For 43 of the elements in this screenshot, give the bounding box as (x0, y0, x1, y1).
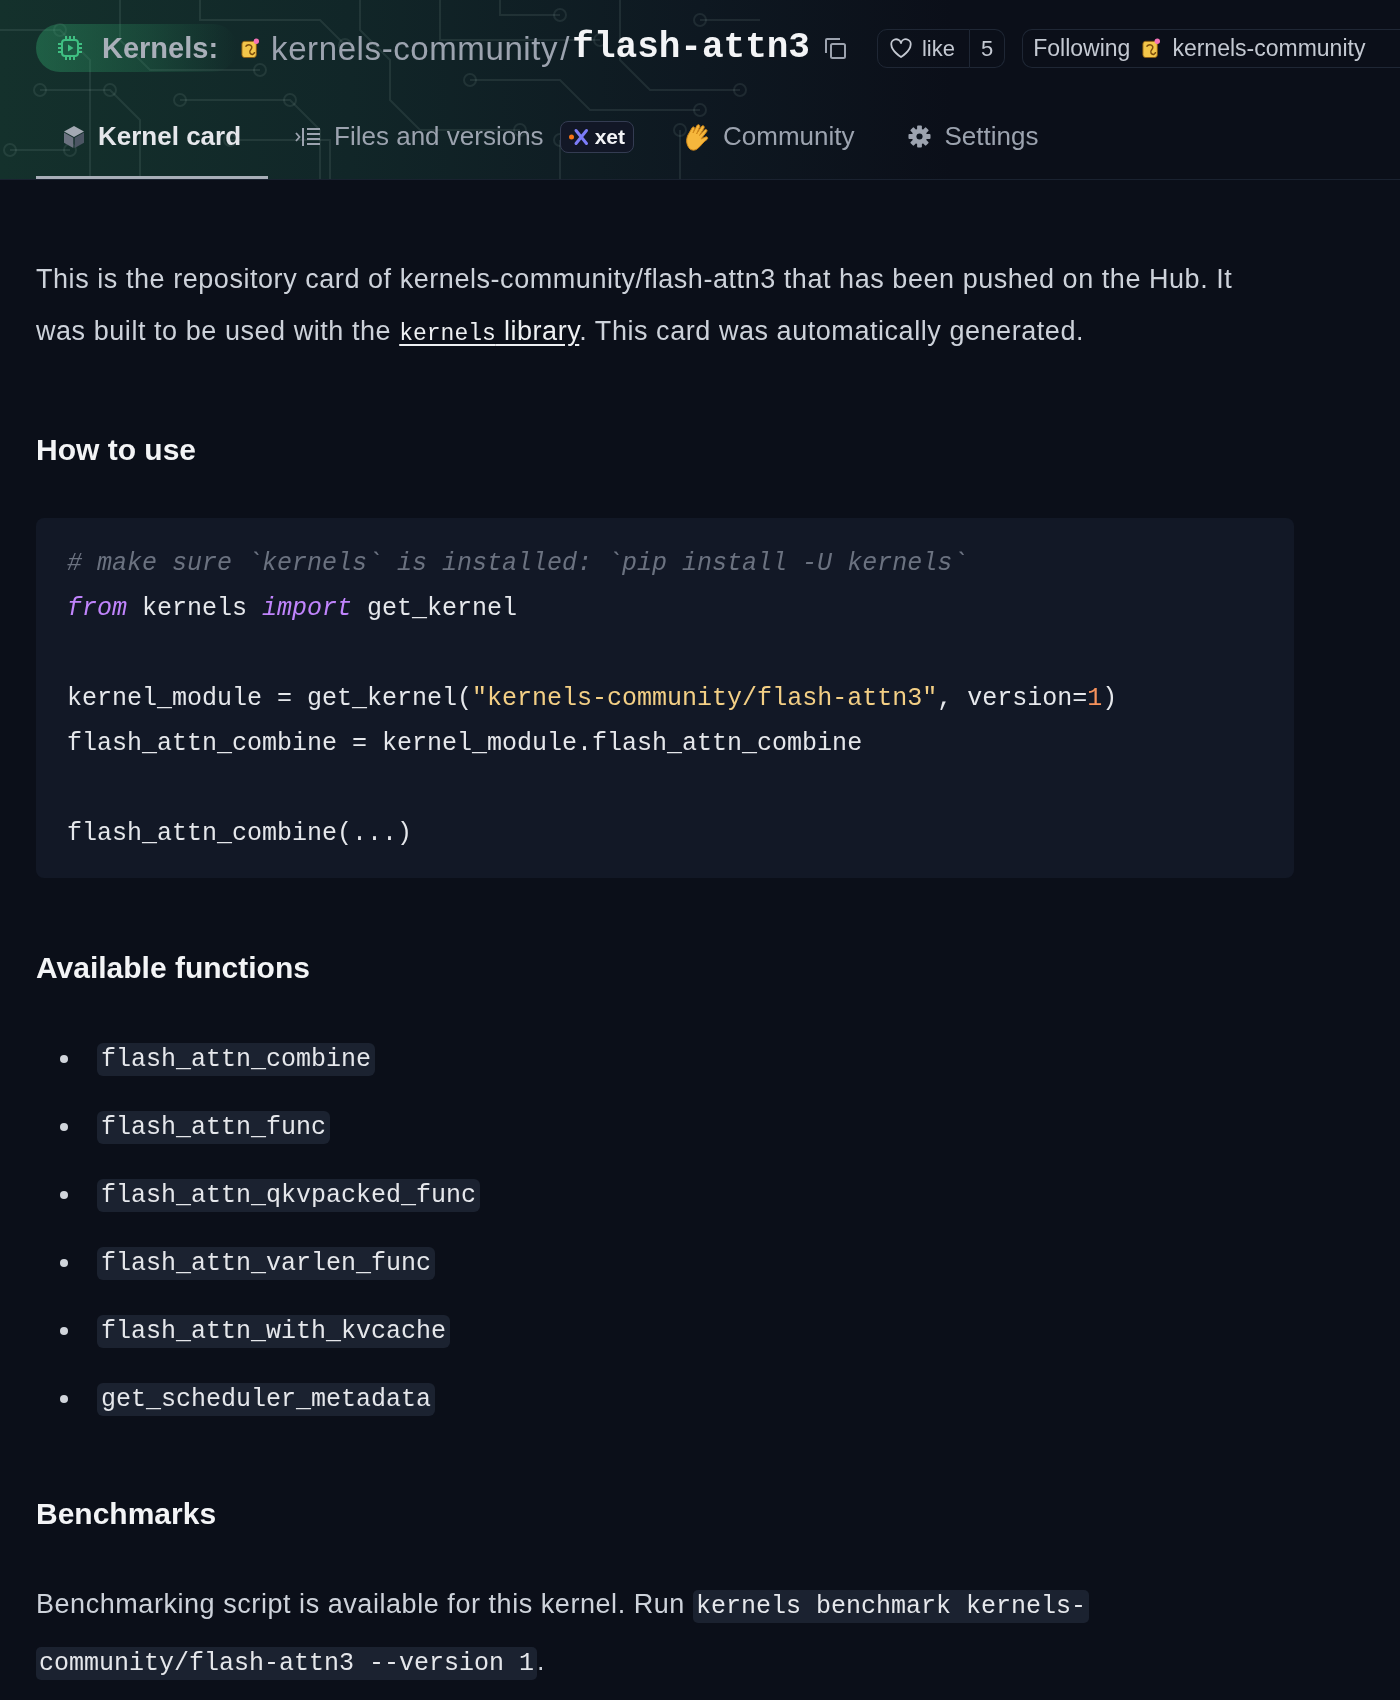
tab[interactable]: Community (657, 94, 882, 179)
heart-icon (889, 38, 912, 58)
bullet-icon (60, 1327, 68, 1335)
section-heading: Benchmarks (36, 1496, 218, 1532)
code-line: from kernels import get_kernel (67, 593, 519, 625)
file-list-icon (295, 125, 322, 148)
tab[interactable]: Files and versions (268, 94, 544, 179)
x-mark-icon (568, 127, 589, 146)
follow-button[interactable]: Following kernels-community (1022, 28, 1400, 68)
bullet-icon (60, 1191, 68, 1199)
avatar-icon (241, 37, 260, 59)
avatar-icon (1142, 37, 1161, 59)
code-line: flash_attn_combine(...) (67, 818, 414, 850)
tab[interactable]: Kernel card (36, 94, 269, 179)
code-line: flash_attn_combine = kernel_module.flash_attn_combine (67, 728, 864, 760)
path-separator: / (560, 31, 570, 65)
bullet-icon (60, 1055, 68, 1063)
type-label: Kernels: (102, 33, 219, 63)
function-name: get_scheduler_metadata (97, 1382, 436, 1416)
function-name: flash_attn_varlen_func (97, 1246, 436, 1280)
function-name: flash_attn_qkvpacked_func (97, 1178, 481, 1212)
tab[interactable]: Settings (881, 94, 1066, 179)
hand-icon (684, 122, 710, 151)
cube-icon (63, 124, 85, 149)
like-count: 5 (970, 28, 1006, 68)
copy-icon[interactable] (823, 37, 846, 59)
code-line: kernel_module = get_kernel("kernels-community/flash-attn3", version=1) (67, 683, 1119, 715)
gear-icon (908, 125, 932, 148)
library-link[interactable]: kernels library (399, 316, 580, 346)
bullet-icon (60, 1259, 68, 1267)
storage-type-label: xet (594, 126, 625, 147)
function-name: flash_attn_combine (97, 1042, 376, 1076)
intro-paragraph: This is the repository card of kernels-community/flash-attn3 that has been pushed on the Hub. It was built to be used with the kernels library. This card was automatically generated. (36, 263, 1234, 349)
owner-link[interactable]: kernels-community (271, 31, 559, 65)
bullet-icon (60, 1395, 68, 1403)
section-heading: Available functions (36, 950, 311, 986)
section-heading: How to use (36, 432, 197, 468)
repo-name: flash-attn3 (572, 30, 810, 66)
bullet-icon (60, 1123, 68, 1131)
function-name: flash_attn_with_kvcache (97, 1314, 451, 1348)
code-line: # make sure `kernels` is installed: `pip install -U kernels` (67, 548, 969, 580)
function-name: flash_attn_func (97, 1110, 331, 1144)
like-button[interactable]: like (876, 28, 970, 68)
